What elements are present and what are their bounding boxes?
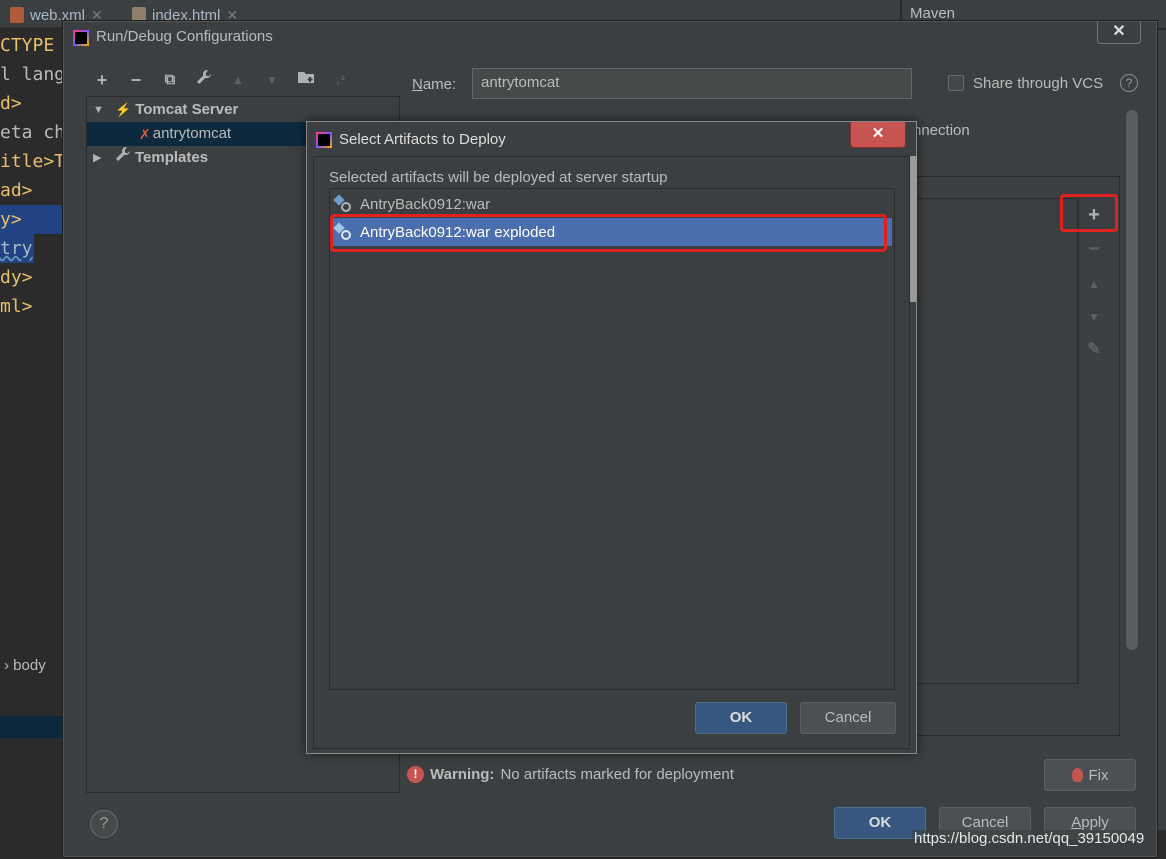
dialog-title-bar: Run/Debug Configurations ✕: [64, 22, 1156, 54]
select-artifacts-dialog: Select Artifacts to Deploy ✕ Selected ar…: [306, 121, 917, 754]
intellij-icon: [73, 30, 89, 46]
code-line: dy>: [0, 267, 33, 288]
cancel-button[interactable]: Cancel: [800, 702, 896, 734]
dialog-title: Run/Debug Configurations: [96, 28, 273, 45]
name-field[interactable]: antrytomcat: [472, 68, 912, 99]
tomcat-config-icon: ✗: [139, 126, 151, 142]
tab-startup-connection[interactable]: nnection: [913, 122, 970, 139]
code-line: d>: [0, 93, 22, 114]
code-line: y>: [0, 205, 66, 234]
tree-item-label: Templates: [135, 149, 209, 166]
artifact-label: AntryBack0912:war: [360, 195, 491, 213]
name-label: Name:: [412, 76, 457, 93]
help-icon[interactable]: ?: [1120, 74, 1138, 92]
code-line: itle>T: [0, 151, 66, 172]
edit-artifact-button[interactable]: ✎: [1081, 337, 1107, 363]
artifact-list: AntryBack0912:war AntryBack0912:war expl…: [329, 188, 895, 690]
ok-button[interactable]: OK: [695, 702, 787, 734]
remove-artifact-button[interactable]: −: [1081, 236, 1107, 262]
move-up-button[interactable]: ▲: [1081, 271, 1107, 297]
close-button[interactable]: ✕: [850, 122, 906, 148]
status-bar-fragment: [0, 716, 66, 738]
add-config-button[interactable]: +: [91, 69, 113, 91]
tree-item-tomcat-server[interactable]: ▼ ⚡ Tomcat Server: [87, 98, 399, 122]
code-line: ml>: [0, 296, 33, 317]
description-label: Selected artifacts will be deployed at s…: [329, 169, 668, 186]
fix-label: Fix: [1088, 766, 1109, 784]
code-line: eta ch: [0, 122, 66, 143]
highlight-box: [1060, 194, 1118, 232]
deployment-list[interactable]: [916, 198, 1078, 684]
code-line: ad>: [0, 180, 33, 201]
intellij-icon: [316, 132, 332, 148]
move-down-button[interactable]: ▼: [261, 69, 283, 91]
tomcat-icon: ⚡: [115, 102, 132, 117]
dialog-title-bar: Select Artifacts to Deploy ✕: [307, 122, 916, 156]
expanded-arrow-icon[interactable]: ▼: [93, 98, 107, 122]
code-line: l lang: [0, 64, 66, 85]
copy-config-button[interactable]: ⧉: [159, 69, 181, 91]
warning-prefix: Warning:: [430, 766, 495, 783]
watermark: https://blog.csdn.net/qq_39150049: [912, 830, 1147, 847]
code-line: CTYPE: [0, 35, 55, 56]
share-vcs-checkbox[interactable]: [948, 75, 964, 91]
wrench-icon[interactable]: [193, 69, 215, 91]
breadcrumb-body[interactable]: body: [13, 657, 46, 674]
warning-text: No artifacts marked for deployment: [500, 766, 734, 783]
move-down-button[interactable]: ▼: [1081, 304, 1107, 330]
fix-button[interactable]: Fix: [1044, 759, 1136, 791]
warning-message: ! Warning: No artifacts marked for deplo…: [407, 766, 734, 783]
tree-item-label: Tomcat Server: [135, 101, 239, 118]
dialog-title: Select Artifacts to Deploy: [339, 131, 506, 148]
highlight-box: [330, 214, 887, 252]
warning-icon: !: [407, 766, 424, 783]
folder-icon[interactable]: [295, 69, 317, 91]
close-button[interactable]: ✕: [1097, 22, 1141, 44]
help-button[interactable]: ?: [90, 810, 118, 838]
sort-icon[interactable]: ↓²: [329, 69, 351, 91]
wrench-icon: [115, 146, 131, 170]
code-line: try: [0, 234, 34, 263]
tree-item-label: antrytomcat: [152, 125, 232, 142]
collapsed-arrow-icon[interactable]: ▶: [93, 146, 107, 170]
remove-config-button[interactable]: −: [125, 69, 147, 91]
bulb-icon: [1071, 768, 1083, 782]
scrollbar[interactable]: [1126, 110, 1138, 650]
breadcrumb[interactable]: › body: [0, 652, 66, 680]
scrollbar[interactable]: [910, 156, 917, 302]
move-up-button[interactable]: ▲: [227, 69, 249, 91]
artifact-icon: [333, 194, 352, 213]
xml-file-icon: [10, 7, 24, 23]
share-vcs-label[interactable]: Share through VCS: [973, 75, 1103, 92]
